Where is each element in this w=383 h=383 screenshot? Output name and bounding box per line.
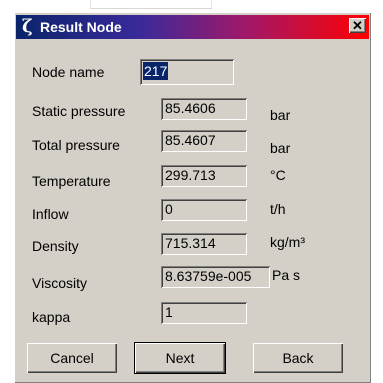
node-name-label: Node name: [32, 64, 105, 80]
temperature-field[interactable]: 299.713: [161, 165, 247, 187]
zeta-icon: ζ: [22, 16, 33, 37]
temperature-label: Temperature: [32, 173, 111, 189]
inflow-field[interactable]: 0: [161, 199, 247, 221]
back-button[interactable]: Back: [253, 343, 343, 373]
total-pressure-field[interactable]: 85.4607: [161, 130, 247, 152]
static-pressure-unit: bar: [270, 107, 291, 123]
background-window-edge: [0, 0, 383, 12]
temperature-unit: °C: [270, 167, 286, 183]
viscosity-label: Viscosity: [32, 275, 87, 291]
viscosity-field[interactable]: 8.63759e-005: [161, 266, 270, 288]
inflow-unit: t/h: [270, 201, 286, 217]
density-unit: kg/m³: [270, 234, 305, 250]
node-name-value: 217: [143, 62, 169, 80]
density-label: Density: [32, 238, 79, 254]
kappa-field[interactable]: 1: [161, 302, 247, 324]
title-bar[interactable]: ζ Result Node ✕: [16, 15, 369, 39]
close-button[interactable]: ✕: [349, 18, 366, 33]
static-pressure-field[interactable]: 85.4606: [161, 98, 247, 120]
next-button[interactable]: Next: [135, 343, 225, 373]
inflow-label: Inflow: [32, 206, 69, 222]
total-pressure-label: Total pressure: [32, 137, 120, 153]
density-field[interactable]: 715.314: [161, 233, 247, 255]
total-pressure-unit: bar: [270, 140, 291, 156]
kappa-label: kappa: [32, 309, 71, 325]
static-pressure-label: Static pressure: [32, 103, 126, 119]
result-node-dialog: ζ Result Node ✕ Node name 217 Static pre…: [14, 12, 371, 383]
viscosity-unit: Pa s: [272, 267, 301, 283]
window-title: Result Node: [40, 19, 122, 35]
close-icon: ✕: [352, 18, 363, 33]
cancel-button[interactable]: Cancel: [27, 343, 117, 373]
node-name-field[interactable]: 217: [140, 59, 234, 85]
